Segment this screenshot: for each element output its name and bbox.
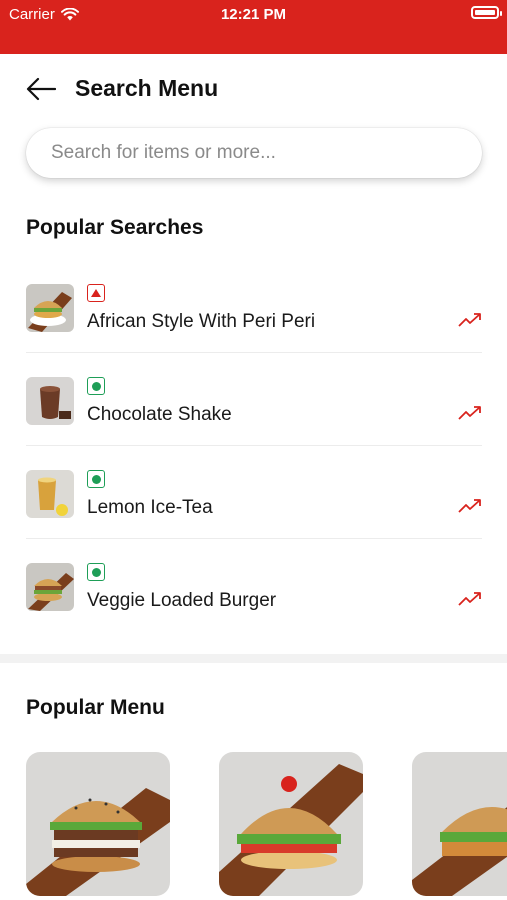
non-veg-icon bbox=[87, 284, 105, 302]
popular-searches-title: Popular Searches bbox=[26, 216, 204, 239]
popular-search-item[interactable]: Veggie Loaded Burger bbox=[26, 539, 482, 632]
popular-menu-title: Popular Menu bbox=[26, 696, 165, 719]
veg-icon bbox=[87, 563, 105, 581]
trending-up-icon bbox=[458, 313, 481, 327]
double-patty-burger-image[interactable] bbox=[26, 752, 170, 896]
burger-thumb bbox=[26, 563, 74, 611]
section-divider bbox=[0, 654, 507, 663]
veg-icon bbox=[87, 377, 105, 395]
burger-thumb bbox=[26, 284, 74, 332]
status-time: 12:21 PM bbox=[220, 6, 287, 23]
battery-icon bbox=[471, 6, 502, 19]
item-name: Chocolate Shake bbox=[87, 404, 232, 425]
trending-up-icon bbox=[458, 592, 481, 606]
item-name: African Style With Peri Peri bbox=[87, 311, 316, 332]
arrow-left-icon[interactable] bbox=[26, 76, 56, 102]
page-title: Search Menu bbox=[75, 75, 219, 101]
status-bar: Carrier 12:21 PM bbox=[0, 0, 507, 54]
header: Search Menu bbox=[0, 54, 507, 124]
item-name: Lemon Ice-Tea bbox=[87, 497, 213, 518]
popular-search-item[interactable]: African Style With Peri Peri bbox=[26, 260, 482, 353]
search-input[interactable] bbox=[51, 142, 482, 164]
trending-up-icon bbox=[458, 406, 481, 420]
veg-icon bbox=[87, 470, 105, 488]
item-name: Veggie Loaded Burger bbox=[87, 590, 277, 611]
popular-menu-carousel[interactable] bbox=[26, 752, 507, 896]
popular-searches-list: African Style With Peri Peri Chocolate S… bbox=[26, 260, 482, 632]
search-bar[interactable] bbox=[26, 128, 482, 178]
ice-tea-thumb bbox=[26, 470, 74, 518]
trending-up-icon bbox=[458, 499, 481, 513]
popular-search-item[interactable]: Lemon Ice-Tea bbox=[26, 446, 482, 539]
tomato-burger-image[interactable] bbox=[219, 752, 363, 896]
shake-thumb bbox=[26, 377, 74, 425]
popular-search-item[interactable]: Chocolate Shake bbox=[26, 353, 482, 446]
crispy-burger-image[interactable] bbox=[412, 752, 507, 896]
